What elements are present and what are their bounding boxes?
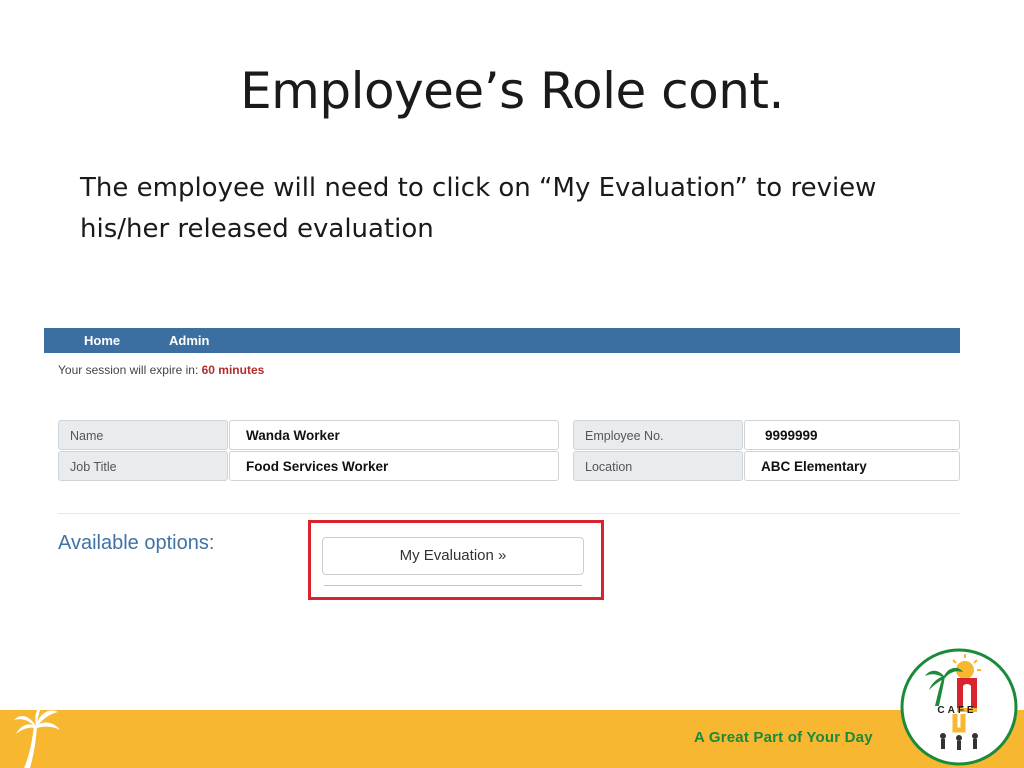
palm-tree-icon <box>14 706 60 768</box>
cafe-logo-text: CAFE <box>937 705 977 716</box>
footer-tagline: A Great Part of Your Day <box>694 729 873 746</box>
nav-home[interactable]: Home <box>84 328 120 353</box>
app-screenshot: Home Admin Your session will expire in: … <box>44 328 960 618</box>
session-expiry-label: Your session will expire in: <box>58 363 202 377</box>
employee-no-value: 9999999 <box>744 420 960 450</box>
available-options-heading: Available options: <box>58 532 215 554</box>
job-title-value: Food Services Worker <box>229 451 559 481</box>
location-value: ABC Elementary <box>744 451 960 481</box>
job-title-label: Job Title <box>58 451 228 481</box>
button-underline <box>324 585 582 586</box>
slide-title: Employee’s Role cont. <box>240 62 784 120</box>
name-value: Wanda Worker <box>229 420 559 450</box>
session-expiry-value: 60 minutes <box>201 363 265 377</box>
employee-no-label: Employee No. <box>573 420 743 450</box>
nav-admin[interactable]: Admin <box>169 328 209 353</box>
divider <box>58 513 960 514</box>
slide-body-text: The employee will need to click on “My E… <box>80 173 877 244</box>
location-label: Location <box>573 451 743 481</box>
my-evaluation-button[interactable]: My Evaluation » <box>322 537 584 575</box>
session-expiry-notice: Your session will expire in: 60 minutes <box>58 363 264 377</box>
top-navbar: Home Admin <box>44 328 960 353</box>
name-label: Name <box>58 420 228 450</box>
